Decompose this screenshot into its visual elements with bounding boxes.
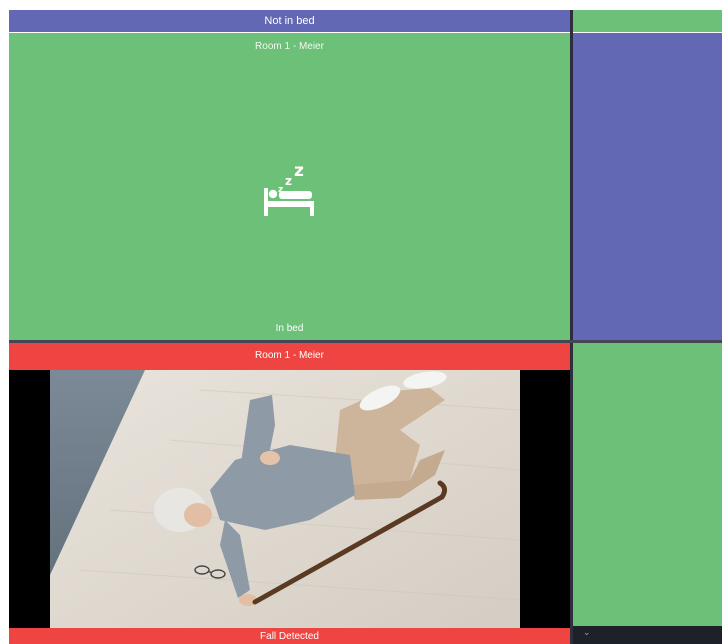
- alarm-state: Fall Detected: [260, 631, 319, 642]
- chevron-down-icon[interactable]: ⌄: [583, 627, 591, 638]
- room-title: Room 1 - Meier: [255, 41, 324, 52]
- alarm-tile-footer[interactable]: Fall Detected: [9, 628, 570, 644]
- room-state: In bed: [275, 323, 304, 334]
- side-tile-green-top[interactable]: [573, 10, 722, 32]
- scroll-bar[interactable]: ⌄: [573, 626, 722, 644]
- fallen-person-photo: [50, 370, 520, 628]
- side-tile-green-bottom[interactable]: [573, 343, 722, 626]
- camera-view[interactable]: [9, 370, 570, 628]
- svg-text:z: z: [285, 174, 292, 188]
- alarm-tile-header[interactable]: Room 1 - Meier: [9, 343, 570, 370]
- sleeping-bed-icon: z z z: [264, 161, 314, 216]
- vertical-divider: [570, 10, 573, 644]
- side-tile-purple[interactable]: [573, 33, 722, 340]
- svg-text:z: z: [294, 161, 304, 181]
- status-banner-not-in-bed[interactable]: Not in bed: [9, 10, 570, 32]
- room-tile-in-bed[interactable]: Room 1 - Meier z z z In bed: [9, 33, 570, 340]
- monitor-grid: Not in bed Room 1 - Meier z z z In bed ⌄: [0, 0, 722, 644]
- status-banner-label: Not in bed: [264, 15, 315, 27]
- alarm-room-title: Room 1 - Meier: [255, 350, 324, 361]
